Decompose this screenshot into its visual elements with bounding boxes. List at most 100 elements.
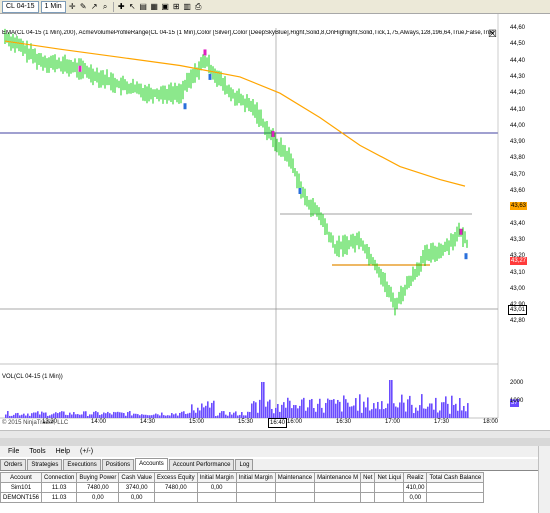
- volume-bar: [393, 403, 395, 418]
- menu-toggle[interactable]: (+/-): [80, 448, 93, 455]
- indicators-icon[interactable]: ▦: [150, 2, 159, 11]
- table-cell: [374, 482, 405, 493]
- volume-bar: [103, 412, 105, 418]
- volume-bar: [321, 407, 323, 418]
- volume-bar: [39, 414, 41, 418]
- volume-bar: [7, 411, 9, 418]
- panel-splitter[interactable]: [0, 438, 550, 446]
- strategies-icon[interactable]: ▣: [161, 2, 170, 11]
- zoom-icon[interactable]: ⌕: [101, 2, 110, 11]
- draw-tools-icon[interactable]: ↗: [90, 2, 99, 11]
- volume-bar: [299, 405, 301, 418]
- volume-bar: [93, 411, 95, 418]
- chart-properties-icon[interactable]: ▤: [139, 2, 148, 11]
- trade-marker: [183, 103, 187, 110]
- table-cell: 7480,00: [153, 482, 198, 493]
- tab-log[interactable]: Log: [235, 459, 254, 470]
- price-axis-label: 44,40: [510, 57, 526, 64]
- volume-bar: [111, 414, 113, 418]
- volume-bar: [33, 412, 35, 418]
- table-cell: 0,00: [118, 492, 155, 503]
- volume-bar: [447, 403, 449, 418]
- ema-line: [4, 40, 466, 187]
- table-row[interactable]: DEMONT156 11.03 0,00 0,00 0,00: [0, 492, 485, 503]
- column-header[interactable]: Total Cash Balance: [426, 472, 485, 483]
- column-header[interactable]: Net Liqui: [374, 472, 405, 483]
- volume-bar: [441, 402, 443, 418]
- volume-bar: [295, 405, 297, 418]
- volume-bar: [163, 415, 165, 418]
- volume-bar: [85, 411, 87, 418]
- volume-bar: [77, 414, 79, 418]
- vertical-scrollbar[interactable]: [538, 446, 550, 513]
- dom-icon[interactable]: ▥: [183, 2, 192, 11]
- volume-bar: [349, 406, 351, 418]
- chart-trader-icon[interactable]: ⊞: [172, 2, 181, 11]
- column-header[interactable]: Cash Value: [118, 472, 155, 483]
- volume-bar: [385, 408, 387, 418]
- cursor-icon[interactable]: ↖: [128, 2, 137, 11]
- column-header[interactable]: Maintenance: [274, 472, 316, 483]
- tab-account-performance[interactable]: Account Performance: [168, 459, 235, 470]
- volume-bar: [157, 414, 159, 418]
- volume-bar: [433, 409, 435, 418]
- column-header[interactable]: Realiz: [403, 472, 428, 483]
- tab-positions[interactable]: Positions: [101, 459, 135, 470]
- price-axis-label: 43,90: [510, 139, 526, 146]
- column-header[interactable]: Buying Power: [76, 472, 120, 483]
- tab-strategies[interactable]: Strategies: [27, 459, 63, 470]
- volume-bar: [221, 411, 223, 418]
- table-cell: 7480,00: [76, 482, 120, 493]
- print-icon[interactable]: ⎙: [194, 2, 203, 11]
- volume-bar: [337, 399, 339, 418]
- pencil-icon[interactable]: ✎: [79, 2, 88, 11]
- tab-executions[interactable]: Executions: [63, 459, 101, 470]
- column-header[interactable]: Initial Margin: [235, 472, 276, 483]
- tab-accounts[interactable]: Accounts: [135, 458, 168, 470]
- price-axis-label: 43,80: [510, 155, 526, 162]
- volume-axis-label: 1000: [510, 398, 524, 404]
- column-header[interactable]: Excess Equity: [153, 472, 198, 483]
- instrument-selector[interactable]: CL 04-15: [2, 0, 39, 13]
- volume-bar: [165, 415, 167, 418]
- pointer-icon[interactable]: ✚: [117, 2, 126, 11]
- menu-tools[interactable]: Tools: [29, 448, 45, 455]
- volume-bar: [73, 412, 75, 418]
- volume-bar: [67, 415, 69, 418]
- volume-bar: [327, 398, 329, 418]
- tab-orders[interactable]: Orders: [0, 459, 27, 470]
- volume-bar: [105, 413, 107, 418]
- volume-bar: [257, 412, 259, 418]
- column-header[interactable]: Initial Margin: [196, 472, 237, 483]
- price-chart[interactable]: [0, 14, 550, 430]
- chart-area[interactable]: EMA(CL 04-15 (1 Min),200), AcmeVolumePro…: [0, 14, 550, 430]
- trade-markers: [78, 49, 468, 260]
- column-header[interactable]: Maintenance M: [314, 472, 362, 483]
- indicator-label: EMA(CL 04-15 (1 Min),200), AcmeVolumePro…: [2, 30, 495, 36]
- column-header[interactable]: Connection: [41, 472, 78, 483]
- interval-selector[interactable]: 1 Min: [40, 0, 66, 13]
- volume-bar: [313, 408, 315, 418]
- volume-bar: [13, 414, 15, 418]
- volume-bar: [27, 413, 29, 418]
- column-header[interactable]: Account: [0, 472, 43, 483]
- column-header[interactable]: Net: [360, 472, 376, 483]
- volume-bar: [183, 411, 185, 418]
- close-icon[interactable]: ☒: [488, 29, 497, 40]
- volume-bar: [135, 413, 137, 418]
- crosshair-icon[interactable]: ✛: [68, 2, 77, 11]
- menu-file[interactable]: File: [8, 448, 19, 455]
- volume-bar: [399, 402, 401, 418]
- menu-help[interactable]: Help: [56, 448, 70, 455]
- trade-marker: [464, 253, 468, 260]
- table-cell: 11.03: [41, 492, 78, 503]
- volume-bar: [243, 415, 245, 418]
- volume-bar: [53, 413, 55, 418]
- time-axis-label: 13:30: [42, 419, 58, 425]
- volume-bar: [323, 412, 325, 418]
- volume-bar: [361, 412, 363, 418]
- table-row[interactable]: Sim101 11.03 7480,00 3740,00 7480,00 0,00 410,…: [0, 482, 485, 493]
- volume-bar: [297, 408, 299, 418]
- control-center-menu: File Tools Help (+/-): [0, 446, 550, 457]
- volume-bar: [415, 407, 417, 418]
